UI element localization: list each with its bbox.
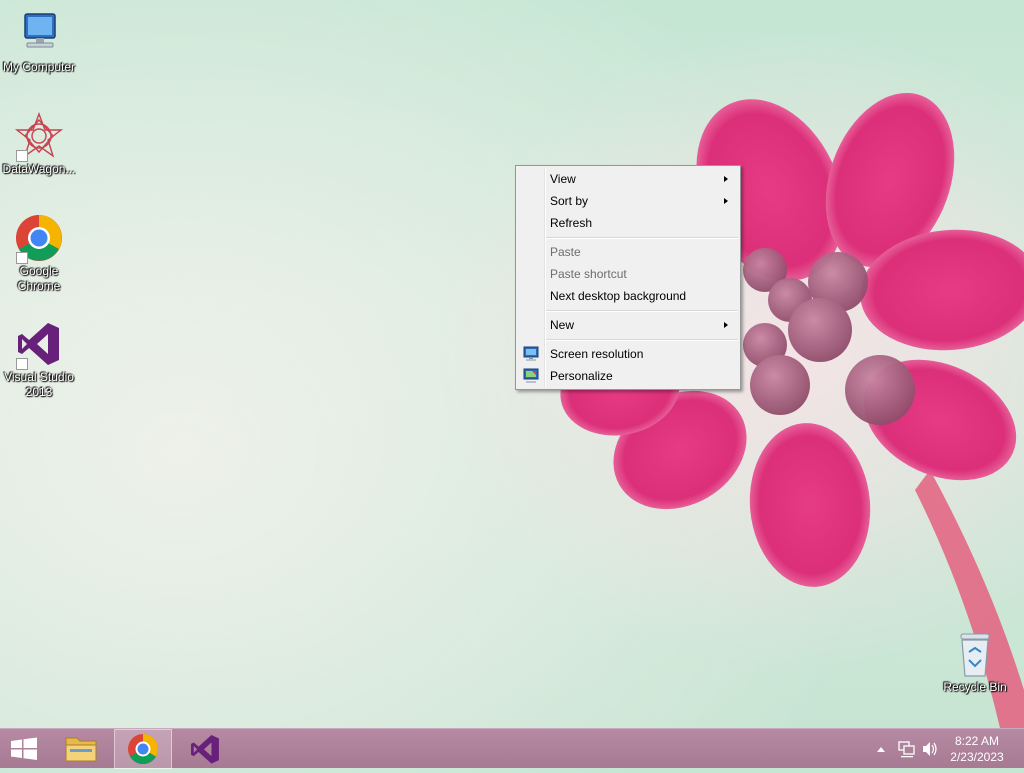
clock[interactable]: 8:22 AM 2/23/2023 [942,733,1012,765]
menu-separator [546,310,738,312]
desktop-icon-my-computer[interactable]: My Computer [0,10,78,75]
desktop-icon-label: Recycle Bin [943,680,1007,694]
chrome-icon [15,214,63,264]
windows-logo-icon [11,737,37,760]
submenu-arrow-icon [724,198,728,204]
desktop-icon-label: DataWagon... [2,162,76,176]
show-hidden-icons-button[interactable] [874,729,888,769]
desktop-icon-datawagon[interactable]: DataWagon... [0,112,78,177]
taskbar: 8:22 AM 2/23/2023 [0,728,1024,769]
submenu-arrow-icon [724,322,728,328]
menu-item-next-desktop-background[interactable]: Next desktop background [518,285,738,307]
show-hidden-icons-icon [877,747,885,752]
datawagon-icon [14,112,64,162]
desktop-icon-label: Google Chrome [17,264,61,293]
menu-item-label: Refresh [550,216,593,230]
clock-date: 2/23/2023 [950,750,1004,764]
menu-item-personalize[interactable]: Personalize [518,365,738,387]
menu-separator [546,237,738,239]
network-tray-button[interactable] [896,729,916,769]
desktop-icon-label: Visual Studio 2013 [4,370,74,399]
desktop-icon-label: My Computer [2,60,76,74]
shortcut-arrow-icon [16,252,28,264]
taskbar-chrome-button[interactable] [114,729,172,769]
desktop[interactable]: My Computer DataWagon... Google Chrome V… [0,0,1024,728]
volume-icon [923,742,937,756]
shortcut-arrow-icon [16,150,28,162]
menu-item-label: Personalize [550,369,613,383]
menu-separator [546,339,738,341]
submenu-arrow-icon [724,176,728,182]
shortcut-arrow-icon [16,358,28,370]
menu-item-label: New [550,318,575,332]
menu-item-paste-shortcut: Paste shortcut [518,263,738,285]
desktop-context-menu: View Sort by Refresh Paste Paste shortcu… [515,165,741,390]
personalize-icon [523,368,539,384]
desktop-icon-visual-studio[interactable]: Visual Studio 2013 [0,320,78,400]
wallpaper-flower [560,92,1024,728]
start-button[interactable] [0,729,48,769]
clock-time: 8:22 AM [954,734,1000,748]
desktop-icon-recycle-bin[interactable]: Recycle Bin [936,630,1014,695]
visual-studio-icon [15,320,63,370]
display-icon [523,346,539,362]
taskbar-file-explorer-button[interactable] [56,729,106,769]
menu-item-label: Sort by [550,194,589,208]
network-icon [898,741,915,758]
taskbar-visual-studio-button[interactable] [178,729,232,769]
recycle-bin-icon [951,630,999,678]
volume-tray-button[interactable] [920,729,940,769]
menu-item-new[interactable]: New [518,314,738,336]
menu-item-label: Screen resolution [550,347,644,361]
visual-studio-icon [191,735,219,764]
menu-item-label: Paste shortcut [550,267,627,281]
menu-item-label: Paste [550,245,581,259]
folder-icon [65,737,97,762]
menu-item-paste: Paste [518,241,738,263]
menu-item-label: Next desktop background [550,289,687,303]
menu-item-view[interactable]: View [518,168,738,190]
desktop-icon-google-chrome[interactable]: Google Chrome [0,214,78,294]
computer-icon [15,10,63,58]
menu-item-screen-resolution[interactable]: Screen resolution [518,343,738,365]
chrome-icon [128,734,159,765]
menu-item-refresh[interactable]: Refresh [518,212,738,234]
menu-item-sort-by[interactable]: Sort by [518,190,738,212]
menu-item-label: View [550,172,576,186]
